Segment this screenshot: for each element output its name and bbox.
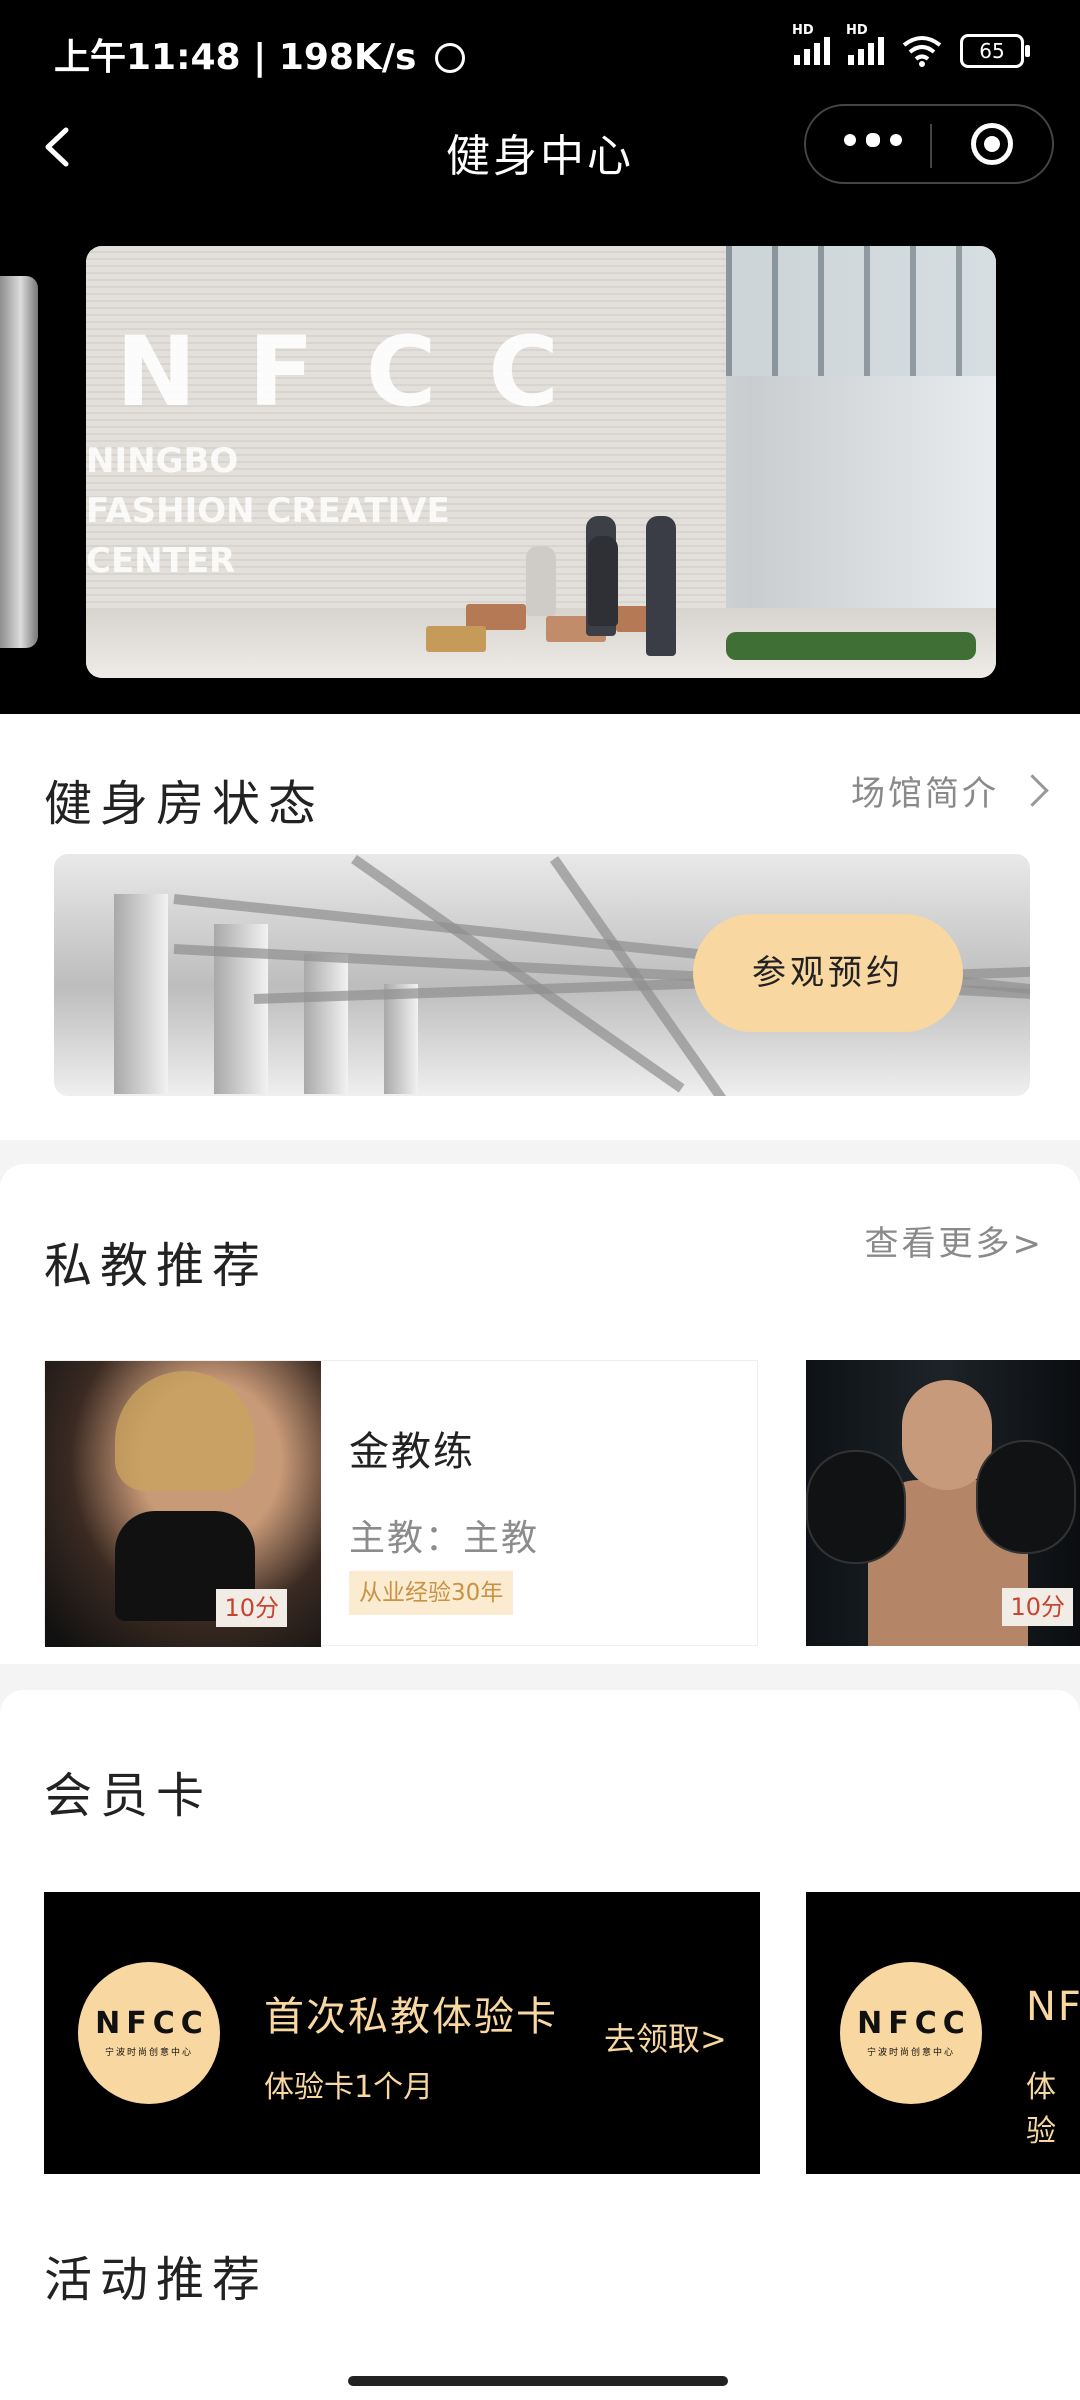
claim-link[interactable]: 去领取>	[604, 2014, 727, 2060]
gym-pillar	[114, 894, 168, 1094]
nfcc-logo: NFCC 宁波时尚创意中心	[78, 1962, 220, 2104]
status-right: HD HD 65	[792, 23, 1030, 68]
logo-text: NFCC	[95, 2006, 209, 2041]
coach-photo: 10分	[45, 1361, 321, 1647]
banner-person	[526, 546, 556, 616]
card-subtitle: 体验卡1个月	[264, 2070, 434, 2105]
coach-card[interactable]: 10分	[806, 1360, 1080, 1646]
gym-status-title: 健身房状态	[44, 776, 325, 832]
banner-plants	[726, 632, 976, 660]
banner-logo: NFCC	[116, 316, 611, 428]
visit-reservation-button[interactable]: 参观预约	[693, 914, 963, 1032]
activities-title: 活动推荐	[44, 2252, 269, 2308]
gym-pillar	[304, 954, 348, 1094]
logo-subtext: 宁波时尚创意中心	[104, 2048, 193, 2058]
banner-logo-sub: NINGBO FASHION CREATIVE CENTER	[86, 436, 450, 586]
nav-bar: 健身中心	[0, 100, 1080, 200]
coach-score: 10分	[216, 1589, 287, 1627]
status-bar: 上午11:48 | 198K/s HD HD 65	[0, 0, 1080, 100]
battery-level: 65	[979, 39, 1005, 63]
coach-photo-hair	[115, 1371, 255, 1491]
signal-icon: HD	[846, 23, 884, 65]
status-divider: |	[253, 37, 279, 78]
mini-program-capsule	[804, 104, 1054, 184]
banner-prev-slide[interactable]	[0, 276, 38, 648]
membership-title: 会员卡	[44, 1768, 213, 1824]
card-name: 首次私教体验卡	[264, 1994, 558, 2040]
home-indicator[interactable]	[348, 2376, 728, 2386]
hd-label: HD	[792, 23, 814, 38]
chevron-right-icon	[1016, 774, 1049, 807]
see-more-link[interactable]: 查看更多>	[865, 1216, 1045, 1265]
banner-windows	[726, 246, 996, 376]
banner-line: FASHION CREATIVE	[86, 491, 450, 531]
card-name: NF	[1026, 1984, 1080, 2030]
banner-person	[588, 536, 618, 626]
coach-section-title: 私教推荐	[44, 1238, 269, 1294]
coach-card[interactable]: 10分 金教练 主教：主教 从业经验30年	[44, 1360, 758, 1647]
activities-section: 活动推荐	[0, 2174, 1080, 2400]
membership-card[interactable]: NFCC 宁波时尚创意中心 NF 体验	[806, 1892, 1080, 2174]
battery-icon: 65	[960, 34, 1030, 68]
status-time: 上午11:48	[54, 37, 241, 78]
logo-text: NFCC	[857, 2006, 971, 2041]
coach-score: 10分	[1002, 1588, 1073, 1626]
banner-person	[646, 516, 676, 656]
venue-intro-label: 场馆简介	[851, 774, 999, 814]
banner-line: CENTER	[86, 541, 236, 581]
hd-label: HD	[846, 23, 868, 38]
signal-icon: HD	[792, 23, 830, 65]
coach-role: 主教：主教	[349, 1518, 540, 1559]
more-icon[interactable]	[844, 133, 902, 147]
status-speed: 198K/s	[278, 37, 417, 78]
alarm-icon	[435, 43, 465, 73]
boxing-glove	[976, 1440, 1076, 1554]
status-left: 上午11:48 | 198K/s	[54, 28, 465, 80]
membership-card[interactable]: NFCC 宁波时尚创意中心 首次私教体验卡 体验卡1个月 去领取>	[44, 1892, 760, 2174]
capsule-divider	[930, 124, 932, 168]
nfcc-logo: NFCC 宁波时尚创意中心	[840, 1962, 982, 2104]
banner-bench	[426, 626, 486, 652]
card-subtitle: 体验	[1026, 2070, 1056, 2149]
gym-pillar	[384, 984, 418, 1094]
close-miniprogram-icon[interactable]	[971, 123, 1013, 165]
coach-name: 金教练	[349, 1429, 475, 1475]
wifi-icon	[902, 36, 942, 67]
banner-slide[interactable]: NFCC NINGBO FASHION CREATIVE CENTER	[86, 246, 996, 678]
boxing-glove	[806, 1450, 906, 1564]
venue-intro-link[interactable]: 场馆简介	[851, 766, 1049, 815]
coach-experience-badge: 从业经验30年	[349, 1571, 514, 1615]
logo-subtext: 宁波时尚创意中心	[866, 2048, 955, 2058]
banner-line: NINGBO	[86, 441, 239, 481]
